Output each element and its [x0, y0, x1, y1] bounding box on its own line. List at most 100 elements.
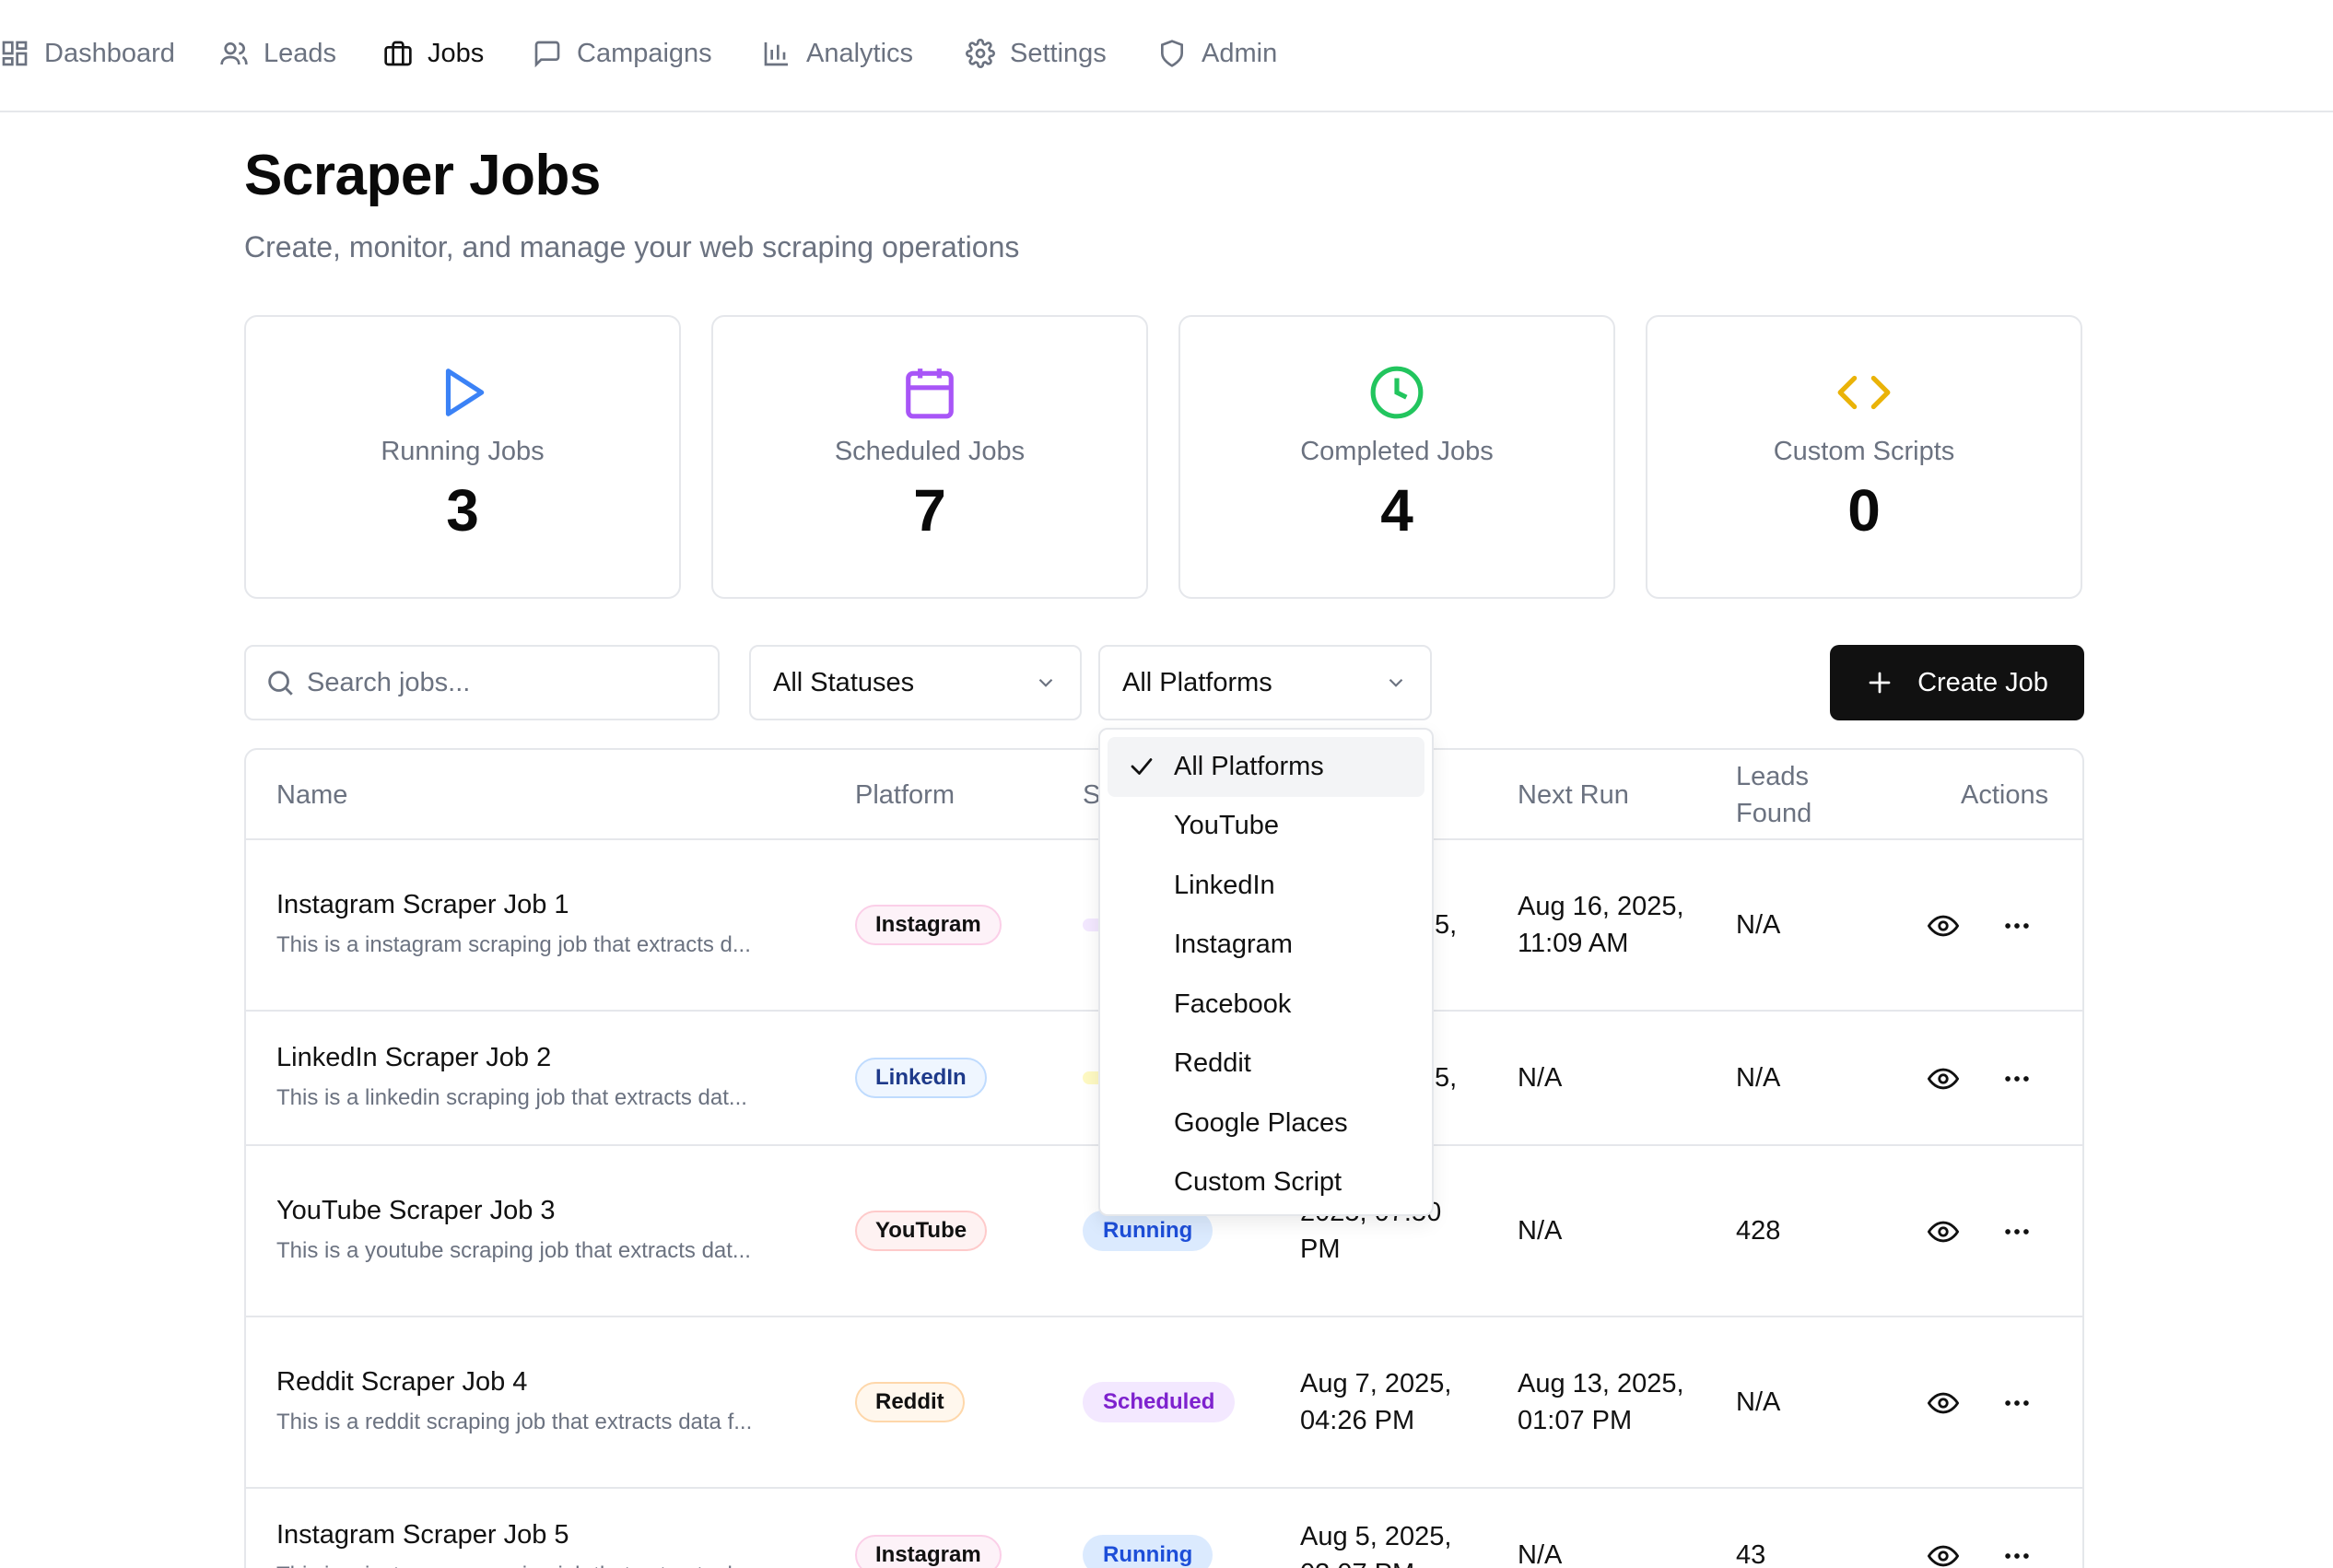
- table-row[interactable]: Reddit Scraper Job 4 This is a reddit sc…: [246, 1317, 2082, 1489]
- status-filter-select[interactable]: All Statuses: [749, 645, 1082, 720]
- table-row[interactable]: Instagram Scraper Job 5 This is a instag…: [246, 1489, 2082, 1568]
- job-name-cell: LinkedIn Scraper Job 2 This is a linkedi…: [276, 1012, 747, 1144]
- more-options-icon[interactable]: [1999, 1060, 2035, 1097]
- platform-cell: YouTube: [855, 1146, 988, 1316]
- job-description: This is a reddit scraping job that extra…: [276, 1410, 753, 1434]
- dropdown-option-all-platforms[interactable]: All Platforms: [1108, 737, 1424, 797]
- stat-value: 3: [446, 477, 479, 544]
- platform-filter-select[interactable]: All Platforms: [1098, 645, 1432, 720]
- column-header-actions: Actions: [1961, 780, 2049, 810]
- chevron-down-icon: [1038, 678, 1053, 687]
- page-title: Scraper Jobs: [244, 144, 601, 207]
- nav-label-dashboard: Dashboard: [44, 38, 175, 68]
- nav-item-admin[interactable]: Admin: [1157, 31, 1277, 76]
- stat-value: 4: [1380, 477, 1413, 544]
- platform-badge: Instagram: [855, 1535, 1002, 1568]
- column-header-platform: Platform: [855, 780, 955, 810]
- leads-found-cell: N/A: [1736, 1387, 1781, 1417]
- nav-item-campaigns[interactable]: Campaigns: [533, 31, 712, 76]
- search-input[interactable]: [307, 647, 703, 719]
- nav-item-jobs[interactable]: Jobs: [383, 31, 484, 76]
- status-cell: Running: [1083, 1489, 1213, 1568]
- dropdown-option-youtube[interactable]: YouTube: [1108, 797, 1424, 857]
- dropdown-option-label: LinkedIn: [1174, 870, 1275, 900]
- next-run-cell: N/A: [1518, 1540, 1563, 1568]
- next-run-cell: Aug 13, 2025, 01:07 PM: [1518, 1369, 1684, 1435]
- dropdown-option-label: Instagram: [1174, 930, 1293, 960]
- plus-icon: [1869, 672, 1891, 694]
- job-description: This is a linkedin scraping job that ext…: [276, 1085, 747, 1110]
- dropdown-option-facebook[interactable]: Facebook: [1108, 975, 1424, 1035]
- nav-label-campaigns: Campaigns: [577, 38, 712, 68]
- job-title: LinkedIn Scraper Job 2: [276, 1043, 552, 1072]
- search-box: [244, 645, 720, 720]
- code-icon: [1835, 363, 1893, 422]
- platform-badge: Reddit: [855, 1382, 965, 1422]
- status-filter-value: All Statuses: [773, 667, 915, 697]
- nav-item-leads[interactable]: Leads: [219, 31, 336, 76]
- stat-label: Scheduled Jobs: [834, 437, 1026, 466]
- dropdown-option-label: Custom Script: [1174, 1167, 1342, 1198]
- stat-label: Running Jobs: [381, 437, 545, 466]
- stat-card-scheduled: Scheduled Jobs 7: [711, 315, 1148, 599]
- bar-chart-icon: [764, 42, 788, 66]
- nav-item-settings[interactable]: Settings: [966, 31, 1107, 76]
- last-run-cell: Aug 5, 2025, 03:07 PM: [1300, 1522, 1452, 1568]
- platform-dropdown-menu: All Platforms YouTube LinkedIn Instagram…: [1098, 728, 1434, 1216]
- dropdown-option-label: Facebook: [1174, 989, 1292, 1019]
- next-run-cell: Aug 16, 2025, 11:09 AM: [1518, 892, 1684, 958]
- top-navigation: Dashboard Leads Jobs Campaigns Analytics…: [0, 0, 2333, 112]
- more-options-icon[interactable]: [1999, 1385, 2035, 1422]
- clock-icon: [1367, 363, 1426, 422]
- view-eye-icon[interactable]: [1925, 1385, 1962, 1422]
- column-header-leads-line2: Found: [1736, 799, 1812, 828]
- view-eye-icon[interactable]: [1925, 1213, 1962, 1250]
- dropdown-option-google-places[interactable]: Google Places: [1108, 1094, 1424, 1153]
- view-eye-icon[interactable]: [1925, 1538, 1962, 1568]
- status-badge: Scheduled: [1083, 1382, 1236, 1422]
- stat-label: Custom Scripts: [1773, 437, 1955, 466]
- leads-found-cell: 43: [1736, 1540, 1766, 1568]
- check-icon: [1131, 758, 1153, 775]
- dropdown-option-reddit[interactable]: Reddit: [1108, 1035, 1424, 1094]
- more-options-icon[interactable]: [1999, 1538, 2035, 1568]
- job-description: This is a youtube scraping job that extr…: [276, 1238, 751, 1263]
- more-options-icon[interactable]: [1999, 1213, 2035, 1250]
- nav-item-dashboard[interactable]: Dashboard: [0, 31, 175, 76]
- page-subtitle: Create, monitor, and manage your web scr…: [244, 230, 1020, 263]
- dropdown-option-label: All Platforms: [1174, 751, 1324, 781]
- more-options-icon[interactable]: [1999, 907, 2035, 944]
- play-icon: [433, 363, 492, 422]
- nav-label-jobs: Jobs: [428, 38, 485, 68]
- view-eye-icon[interactable]: [1925, 907, 1962, 944]
- column-header-name: Name: [276, 780, 348, 810]
- platform-cell: Instagram: [855, 840, 1002, 1010]
- dropdown-option-custom-script[interactable]: Custom Script: [1108, 1153, 1424, 1213]
- nav-label-admin: Admin: [1202, 38, 1278, 68]
- stat-card-custom-scripts: Custom Scripts 0: [1646, 315, 2082, 599]
- dropdown-option-linkedin[interactable]: LinkedIn: [1108, 856, 1424, 916]
- platform-badge: Instagram: [855, 905, 1002, 945]
- last-run-cell: 5,: [1435, 1063, 1458, 1093]
- dropdown-option-instagram[interactable]: Instagram: [1108, 916, 1424, 976]
- stat-label: Completed Jobs: [1300, 437, 1494, 466]
- status-badge: Running: [1083, 1211, 1213, 1251]
- next-run-cell: N/A: [1518, 1063, 1563, 1093]
- create-job-button[interactable]: Create Job: [1830, 645, 2084, 720]
- briefcase-icon: [384, 41, 412, 66]
- nav-label-analytics: Analytics: [806, 38, 914, 68]
- users-icon: [220, 42, 248, 65]
- nav-label-settings: Settings: [1010, 38, 1107, 68]
- job-description: This is a instagram scraping job that ex…: [276, 1557, 751, 1568]
- job-name-cell: YouTube Scraper Job 3 This is a youtube …: [276, 1146, 751, 1316]
- dropdown-option-label: YouTube: [1174, 811, 1279, 841]
- nav-item-analytics[interactable]: Analytics: [762, 31, 913, 76]
- platform-badge: YouTube: [855, 1211, 988, 1251]
- last-run-cell: Aug 7, 2025, 04:26 PM: [1300, 1369, 1452, 1435]
- job-title: Instagram Scraper Job 1: [276, 890, 569, 919]
- platform-badge: LinkedIn: [855, 1058, 987, 1098]
- view-eye-icon[interactable]: [1925, 1060, 1962, 1097]
- column-header-next-run: Next Run: [1518, 780, 1629, 810]
- status-badge: Running: [1083, 1535, 1213, 1568]
- dropdown-option-label: Reddit: [1174, 1048, 1251, 1079]
